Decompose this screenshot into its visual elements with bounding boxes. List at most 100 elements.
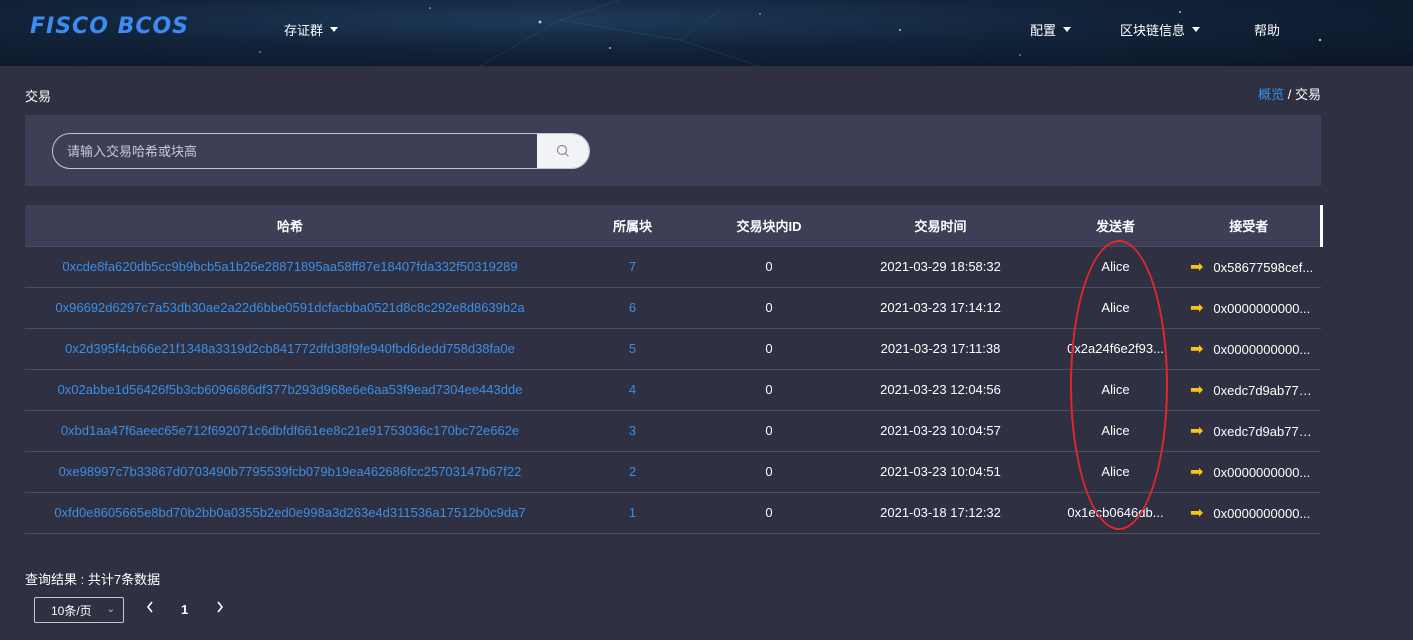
chevron-down-icon: ⌄ — [106, 604, 115, 615]
column-header-receiver: 接受者 — [1178, 205, 1323, 246]
nav-item-chain-info[interactable]: 区块链信息 — [1120, 20, 1201, 39]
tx-receiver-cell: ➡ 0x0000000000... — [1178, 451, 1321, 492]
nav-item-label: 存证群 — [284, 23, 324, 38]
page-size-select[interactable]: 10条/页 ⌄ — [34, 597, 124, 623]
tx-receiver: 0x0000000000... — [1213, 300, 1311, 316]
tx-sender: 0x1ecb0646db... — [1067, 505, 1164, 520]
caret-down-icon — [1063, 27, 1072, 32]
search-input[interactable] — [53, 134, 537, 168]
tx-index: 0 — [765, 505, 773, 520]
breadcrumb-separator: / — [1284, 87, 1295, 102]
tx-time: 2021-03-23 12:04:56 — [880, 382, 1001, 397]
tx-sender: Alice — [1101, 259, 1130, 274]
breadcrumb-current: 交易 — [1294, 87, 1321, 102]
column-header-index: 交易块内ID — [736, 218, 802, 234]
nav-item-help[interactable]: 帮助 — [1254, 20, 1280, 39]
fisco-bcos-logo[interactable]: FISCO BCOS — [30, 14, 189, 39]
tx-receiver-cell: ➡ 0x58677598cef... — [1178, 246, 1321, 287]
table-row: 0x2d395f4cb66e21f1348a3319d2cb841772dfd3… — [25, 328, 1321, 369]
search-box — [52, 133, 590, 169]
block-number-link[interactable]: 1 — [555, 492, 710, 533]
right-arrow-icon: ➡ — [1190, 504, 1204, 522]
tx-index: 0 — [765, 464, 773, 479]
table-row: 0xfd0e8605665e8bd70b2bb0a0355b2ed0e998a3… — [25, 492, 1321, 533]
table-row: 0x96692d6297c7a53db30ae2a22d6bbe0591dcfa… — [25, 287, 1321, 328]
breadcrumb-overview-link[interactable]: 概览 — [1258, 87, 1284, 102]
caret-down-icon — [1192, 27, 1201, 32]
tx-receiver: 0x0000000000... — [1213, 341, 1311, 357]
tx-receiver: 0xedc7d9ab770... — [1213, 382, 1317, 398]
tx-sender: Alice — [1101, 464, 1130, 479]
query-result-count: 查询结果 : 共计7条数据 — [25, 572, 161, 587]
nav-item-label: 区块链信息 — [1120, 23, 1186, 38]
tx-receiver: 0x58677598cef... — [1213, 259, 1314, 275]
tx-sender: Alice — [1101, 382, 1130, 397]
tx-index: 0 — [765, 300, 773, 315]
tx-hash-link[interactable]: 0x2d395f4cb66e21f1348a3319d2cb841772dfd3… — [25, 328, 555, 369]
page-title: 交易 — [25, 89, 52, 104]
right-arrow-icon: ➡ — [1190, 299, 1204, 317]
tx-time: 2021-03-23 10:04:57 — [880, 423, 1001, 438]
tx-index: 0 — [765, 341, 773, 356]
tx-receiver-cell: ➡ 0x0000000000... — [1178, 492, 1321, 533]
tx-time: 2021-03-23 17:14:12 — [880, 300, 1001, 315]
top-navbar: FISCO BCOS 存证群 配置 区块链信息 帮助 — [0, 0, 1413, 66]
tx-sender: Alice — [1101, 300, 1130, 315]
tx-hash-link[interactable]: 0x96692d6297c7a53db30ae2a22d6bbe0591dcfa… — [25, 287, 555, 328]
column-header-hash: 哈希 — [276, 218, 303, 234]
search-button[interactable] — [537, 134, 589, 168]
tx-sender: 0x2a24f6e2f93... — [1067, 341, 1164, 356]
tx-receiver-cell: ➡ 0xedc7d9ab770... — [1178, 369, 1321, 410]
nav-item-label: 配置 — [1030, 23, 1057, 38]
prev-page-button[interactable] — [145, 600, 155, 617]
tx-receiver: 0x0000000000... — [1213, 505, 1311, 521]
chevron-right-icon — [217, 601, 224, 613]
table-header-row: 哈希 所属块 交易块内ID 交易时间 发送者 接受者 — [25, 205, 1323, 246]
tx-time: 2021-03-23 17:11:38 — [880, 341, 1001, 356]
tx-index: 0 — [765, 259, 773, 274]
column-header-sender: 发送者 — [1095, 218, 1135, 234]
column-header-time: 交易时间 — [914, 218, 967, 234]
table-row: 0x02abbe1d56426f5b3cb6096686df377b293d96… — [25, 369, 1321, 410]
tx-hash-link[interactable]: 0xcde8fa620db5cc9b9bcb5a1b26e28871895aa5… — [25, 246, 555, 287]
tx-receiver: 0xedc7d9ab770... — [1213, 423, 1317, 439]
search-panel — [25, 115, 1321, 186]
tx-receiver-cell: ➡ 0x0000000000... — [1178, 287, 1321, 328]
block-number-link[interactable]: 2 — [555, 451, 710, 492]
nav-item-label: 帮助 — [1254, 23, 1281, 38]
transactions-table: 哈希 所属块 交易块内ID 交易时间 发送者 接受者 0xcde8fa620db… — [25, 205, 1323, 534]
tx-hash-link[interactable]: 0xbd1aa47f6aeec65e712f692071c6dbfdf661ee… — [25, 410, 555, 451]
nav-item-evidence-group[interactable]: 存证群 — [284, 20, 339, 39]
next-page-button[interactable] — [215, 600, 225, 617]
tx-sender: Alice — [1101, 423, 1130, 438]
block-number-link[interactable]: 6 — [555, 287, 710, 328]
tx-hash-link[interactable]: 0xfd0e8605665e8bd70b2bb0a0355b2ed0e998a3… — [25, 492, 555, 533]
tx-time: 2021-03-18 17:12:32 — [880, 505, 1001, 520]
page-number-current[interactable]: 1 — [181, 602, 188, 617]
page-size-value: 10条/页 — [51, 603, 92, 618]
right-arrow-icon: ➡ — [1190, 463, 1204, 481]
block-number-link[interactable]: 3 — [555, 410, 710, 451]
chevron-left-icon — [146, 601, 153, 613]
breadcrumb: 概览 / 交易 — [1258, 84, 1321, 103]
tx-time: 2021-03-23 10:04:51 — [880, 464, 1001, 479]
tx-receiver: 0x0000000000... — [1213, 464, 1311, 480]
block-number-link[interactable]: 5 — [555, 328, 710, 369]
right-arrow-icon: ➡ — [1190, 340, 1204, 358]
nav-item-config[interactable]: 配置 — [1030, 20, 1072, 39]
tx-index: 0 — [765, 382, 773, 397]
tx-receiver-cell: ➡ 0xedc7d9ab770... — [1178, 410, 1321, 451]
right-arrow-icon: ➡ — [1190, 381, 1204, 399]
block-number-link[interactable]: 4 — [555, 369, 710, 410]
right-arrow-icon: ➡ — [1190, 422, 1204, 440]
starfield-background — [259, 0, 1322, 66]
tx-hash-link[interactable]: 0xe98997c7b33867d0703490b7795539fcb079b1… — [25, 451, 555, 492]
tx-hash-link[interactable]: 0x02abbe1d56426f5b3cb6096686df377b293d96… — [25, 369, 555, 410]
block-number-link[interactable]: 7 — [555, 246, 710, 287]
table-row: 0xcde8fa620db5cc9b9bcb5a1b26e28871895aa5… — [25, 246, 1321, 287]
tx-time: 2021-03-29 18:58:32 — [880, 259, 1001, 274]
right-arrow-icon: ➡ — [1190, 258, 1204, 276]
table-row: 0xe98997c7b33867d0703490b7795539fcb079b1… — [25, 451, 1321, 492]
search-icon — [556, 144, 569, 157]
tx-index: 0 — [765, 423, 773, 438]
